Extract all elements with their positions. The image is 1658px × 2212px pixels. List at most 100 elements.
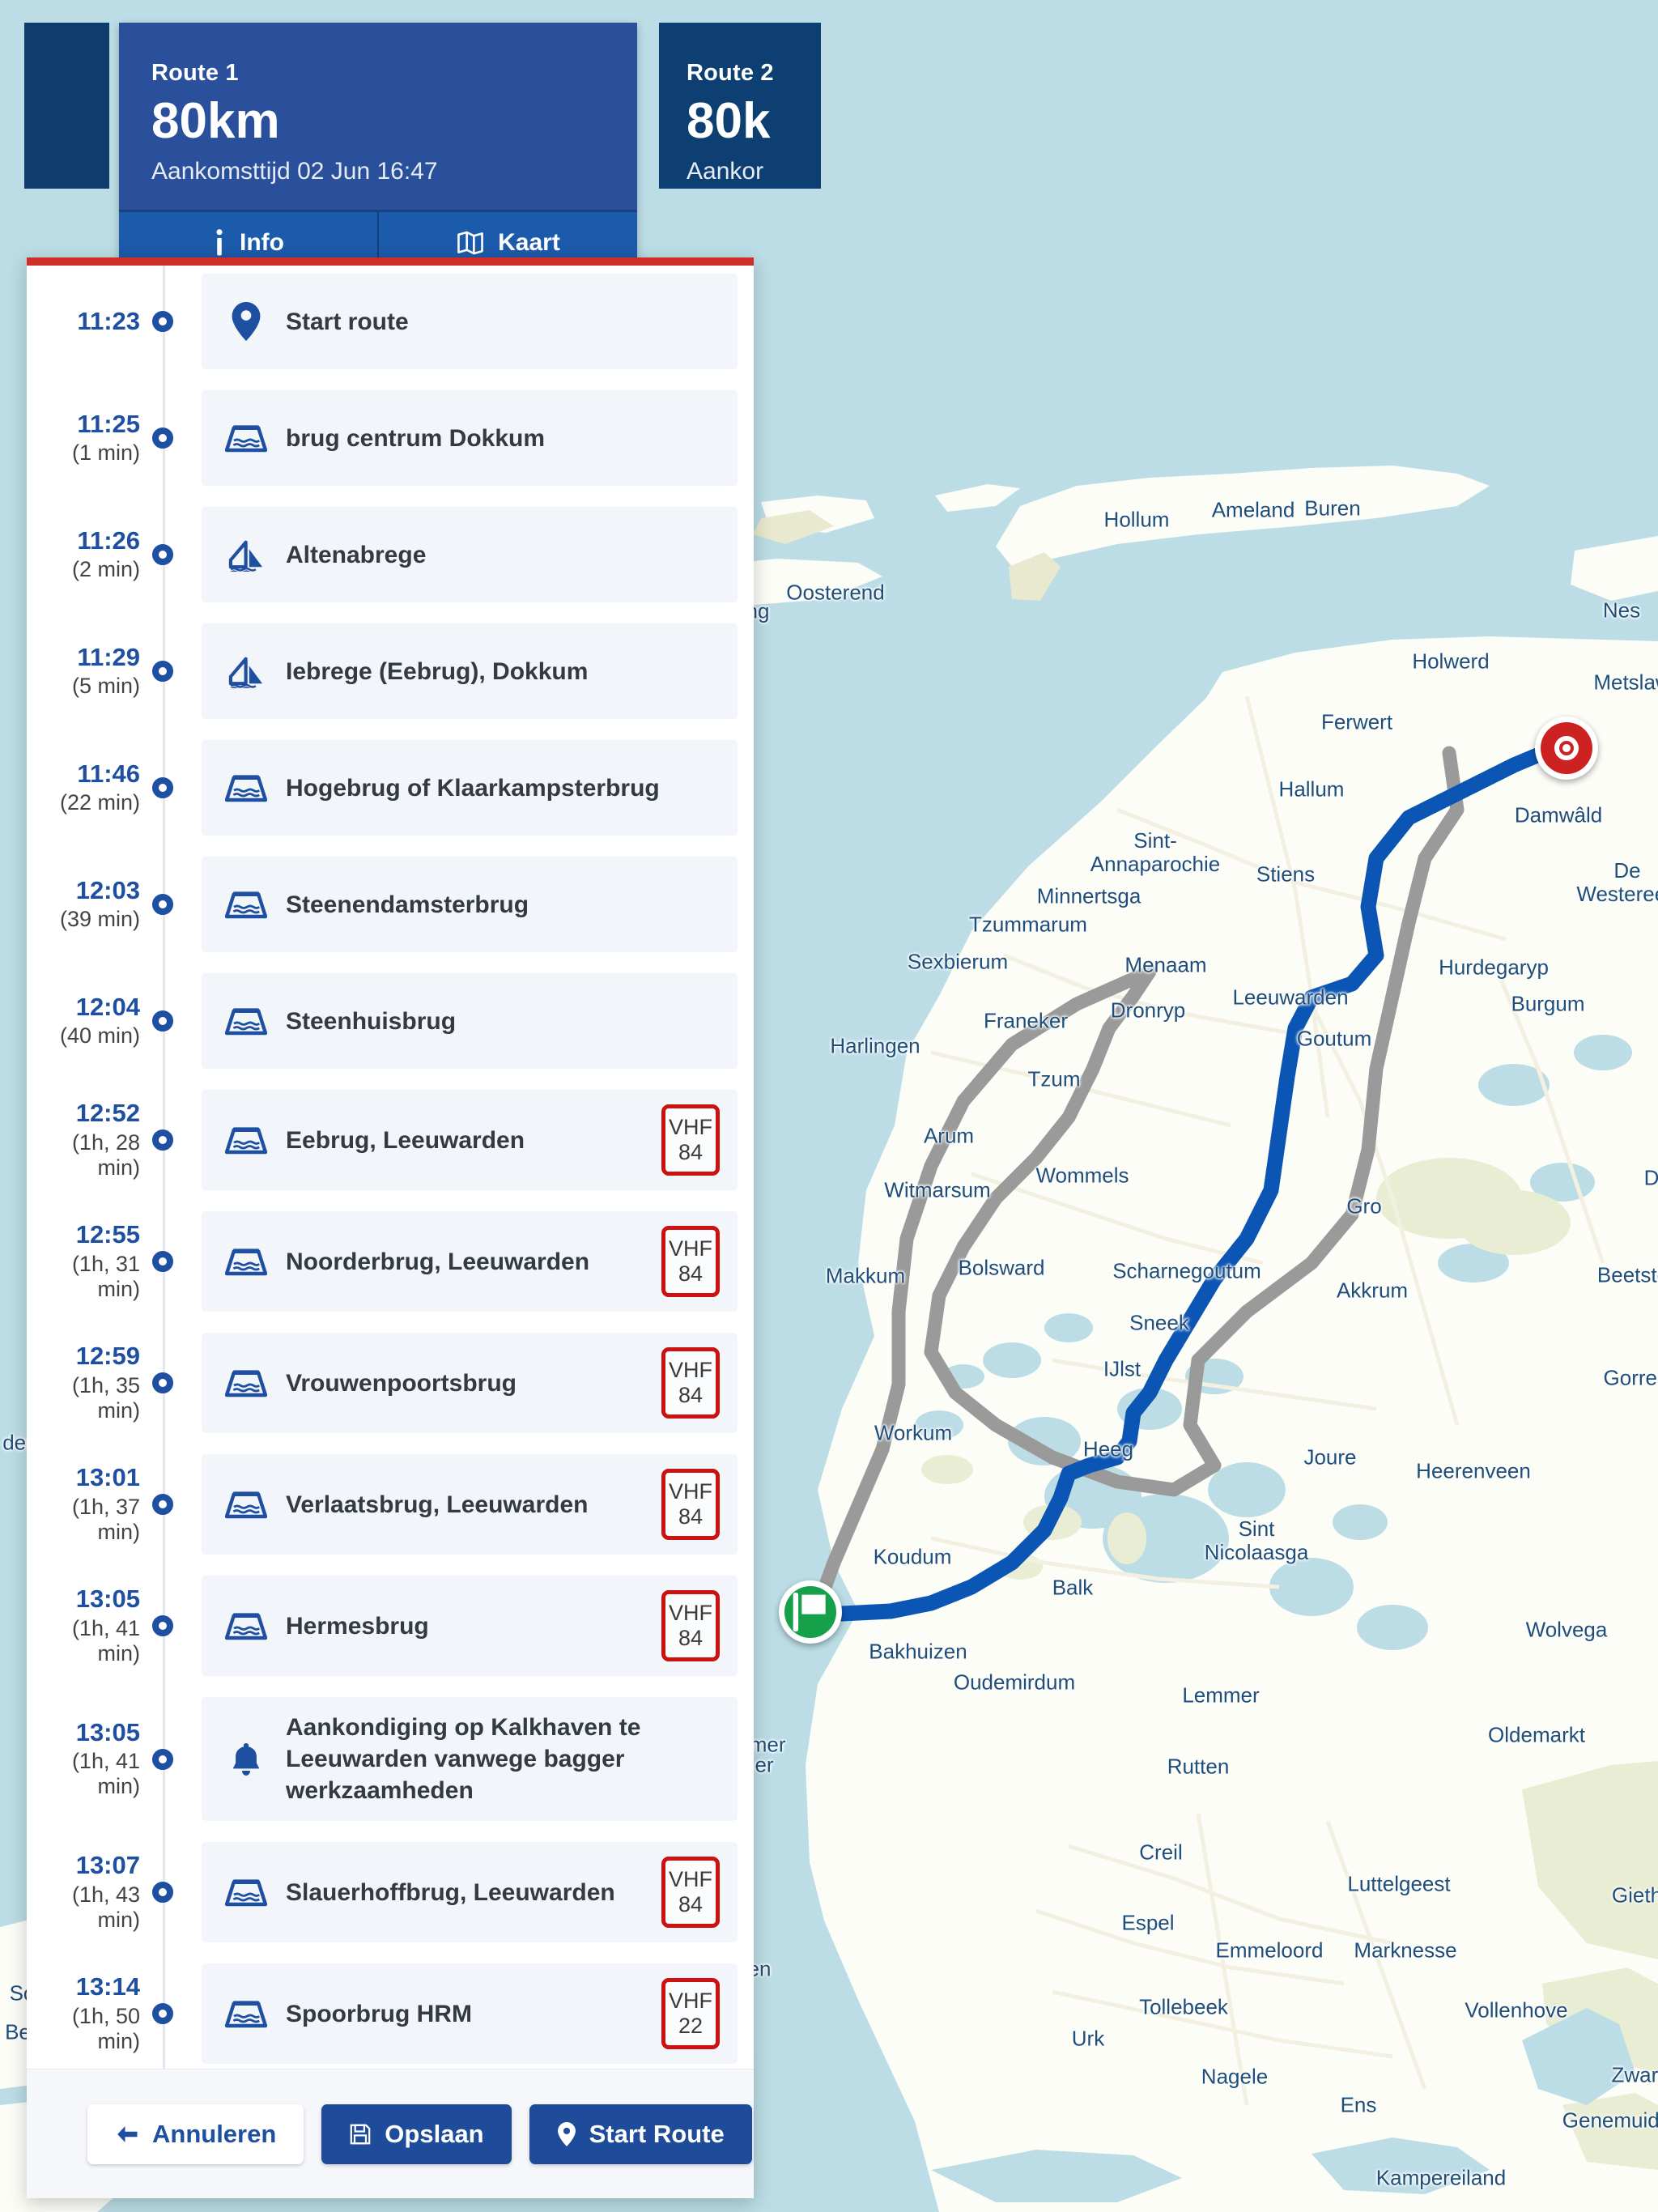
start-route-button[interactable]: Start Route: [529, 2104, 752, 2164]
stop-list[interactable]: 11:23 Start route 11:25 (1 min) brug centrum…: [27, 266, 754, 2069]
stop-duration: (1h, 35 min): [71, 1372, 140, 1423]
stop-time-block: 12:04 (40 min): [27, 973, 148, 1069]
panel-footer: Annuleren Opslaan Start Route: [27, 2069, 754, 2198]
vhf-badge-title: VHF: [669, 1114, 712, 1139]
stop-card[interactable]: Vrouwenpoortsbrug VHF 84: [202, 1333, 738, 1433]
bridge-icon: [219, 423, 273, 453]
stop-time: 13:05: [75, 1585, 140, 1614]
timeline-node: [148, 1697, 177, 1821]
bridge-icon: [219, 890, 273, 919]
stop-card[interactable]: Iebrege (Eebrug), Dokkum: [202, 623, 738, 719]
stop-label: Altenabrege: [286, 541, 427, 568]
stop-row[interactable]: 12:52 (1h, 28 min) Eebrug, Leeuwarden VHF 84: [27, 1090, 754, 1190]
timeline-node: [148, 1211, 177, 1312]
start-route-button-label: Start Route: [589, 2119, 725, 2148]
timeline-node: [148, 857, 177, 952]
timeline-node: [148, 740, 177, 836]
stop-time-block: 13:14 (1h, 50 min): [27, 1963, 148, 2064]
stop-time: 12:55: [75, 1220, 140, 1249]
route-card-primary[interactable]: Route 1 80km Aankomsttijd 02 Jun 16:47 I…: [119, 23, 637, 273]
stop-time: 11:29: [77, 642, 140, 671]
stop-time-block: 13:05 (1h, 41 min): [27, 1576, 148, 1676]
stop-row[interactable]: 11:29 (5 min) Iebrege (Eebrug), Dokkum: [27, 623, 754, 719]
stop-row[interactable]: 12:55 (1h, 31 min) Noorderbrug, Leeuwarden…: [27, 1211, 754, 1312]
vhf-badge: VHF 84: [661, 1590, 720, 1661]
stop-duration: (1h, 28 min): [71, 1129, 140, 1180]
pin-icon: [219, 302, 273, 341]
timeline-node: [148, 1090, 177, 1190]
stop-row[interactable]: 11:26 (2 min) Altenabrege: [27, 507, 754, 602]
save-icon: [349, 2123, 372, 2146]
stop-row[interactable]: 13:14 (1h, 50 min) Spoorbrug HRM VHF 22: [27, 1963, 754, 2064]
map-icon: [456, 230, 485, 256]
route-card-primary-distance: 80km: [151, 93, 280, 149]
vhf-badge-title: VHF: [669, 1988, 712, 2013]
vhf-badge-channel: 84: [678, 1140, 704, 1164]
flag-icon: [784, 1586, 836, 1638]
finish-marker[interactable]: [1535, 717, 1598, 780]
route-cards: Route 1 80km Aankomsttijd 02 Jun 16:47 I…: [24, 23, 637, 273]
app-root: Hollum Ameland Buren Oosterend ng Nes Holwerd M…: [0, 0, 1658, 2212]
save-button[interactable]: Opslaan: [321, 2104, 512, 2164]
stop-row[interactable]: 11:25 (1 min) brug centrum Dokkum: [27, 390, 754, 486]
stop-row[interactable]: 12:59 (1h, 35 min) Vrouwenpoortsbrug VHF 84: [27, 1333, 754, 1433]
stop-time: 12:03: [75, 875, 140, 904]
bridge-icon: [219, 773, 273, 802]
stop-card[interactable]: Altenabrege: [202, 507, 738, 602]
stop-row[interactable]: 13:05 (1h, 41 min) Aankondiging op Kalkhav…: [27, 1697, 754, 1821]
stop-card[interactable]: Aankondiging op Kalkhaven te Leeuwarden …: [202, 1697, 738, 1821]
stop-time: 11:46: [77, 759, 140, 788]
cancel-button[interactable]: Annuleren: [87, 2104, 304, 2164]
stop-row[interactable]: 13:01 (1h, 37 min) Verlaatsbrug, Leeuwarde…: [27, 1454, 754, 1555]
stop-row[interactable]: 12:04 (40 min) Steenhuisbrug: [27, 973, 754, 1069]
stop-row[interactable]: 13:05 (1h, 41 min) Hermesbrug VHF 84: [27, 1576, 754, 1676]
stop-card[interactable]: Slauerhoffbrug, Leeuwarden VHF 84: [202, 1842, 738, 1942]
target-icon: [1541, 722, 1592, 774]
stop-duration: (5 min): [71, 674, 140, 699]
vhf-badge-channel: 84: [678, 1383, 704, 1407]
stop-row[interactable]: 11:23 Start route: [27, 274, 754, 369]
route-card-accent-block: [24, 23, 109, 189]
save-button-label: Opslaan: [385, 2119, 484, 2148]
timeline-node: [148, 390, 177, 486]
vhf-badge: VHF 84: [661, 1226, 720, 1297]
stop-card[interactable]: Spoorbrug HRM VHF 22: [202, 1963, 738, 2064]
stop-row[interactable]: 11:46 (22 min) Hogebrug of Klaarkampsterbr…: [27, 740, 754, 836]
stop-label: Spoorbrug HRM: [286, 2000, 472, 2027]
stop-time-block: 13:07 (1h, 43 min): [27, 1842, 148, 1942]
stop-time: 13:14: [75, 1972, 140, 2001]
stop-card[interactable]: Start route: [202, 274, 738, 369]
start-marker[interactable]: [779, 1580, 842, 1644]
stop-label: Steenhuisbrug: [286, 1007, 457, 1035]
stop-list-container: 11:23 Start route 11:25 (1 min) brug centrum…: [27, 274, 754, 2064]
stop-time: 12:52: [75, 1099, 140, 1128]
stop-card[interactable]: Steenhuisbrug: [202, 973, 738, 1069]
timeline-node: [148, 1333, 177, 1433]
route-detail-panel: 11:23 Start route 11:25 (1 min) brug centrum…: [27, 257, 754, 2198]
stop-row[interactable]: 13:07 (1h, 43 min) Slauerhoffbrug, Leeuwar…: [27, 1842, 754, 1942]
route-card-secondary-distance: 80k: [687, 93, 771, 149]
stop-time-block: 11:46 (22 min): [27, 740, 148, 836]
stop-card[interactable]: Eebrug, Leeuwarden VHF 84: [202, 1090, 738, 1190]
stop-time: 11:23: [77, 306, 140, 335]
stop-time-block: 12:59 (1h, 35 min): [27, 1333, 148, 1433]
stop-duration: (40 min): [59, 1023, 140, 1049]
info-icon: [212, 228, 227, 257]
stop-card[interactable]: Hogebrug of Klaarkampsterbrug: [202, 740, 738, 836]
stop-row[interactable]: 12:03 (39 min) Steenendamsterbrug: [27, 857, 754, 952]
stop-time-block: 12:55 (1h, 31 min): [27, 1211, 148, 1312]
stop-card[interactable]: Steenendamsterbrug: [202, 857, 738, 952]
timeline-node: [148, 973, 177, 1069]
route-card-primary-eta: Aankomsttijd 02 Jun 16:47: [151, 158, 438, 185]
finish-marker-ring: [1535, 717, 1598, 780]
stop-card[interactable]: brug centrum Dokkum: [202, 390, 738, 486]
stop-card[interactable]: Noorderbrug, Leeuwarden VHF 84: [202, 1211, 738, 1312]
start-marker-ring: [779, 1580, 842, 1644]
stop-card[interactable]: Verlaatsbrug, Leeuwarden VHF 84: [202, 1454, 738, 1555]
pin-icon: [557, 2121, 576, 2146]
route-card-secondary[interactable]: Route 2 80k Aankor: [659, 23, 821, 189]
stop-time: 11:25: [77, 409, 140, 438]
stop-card[interactable]: Hermesbrug VHF 84: [202, 1576, 738, 1676]
stop-time: 13:07: [75, 1851, 140, 1880]
bridge-icon: [219, 1247, 273, 1276]
